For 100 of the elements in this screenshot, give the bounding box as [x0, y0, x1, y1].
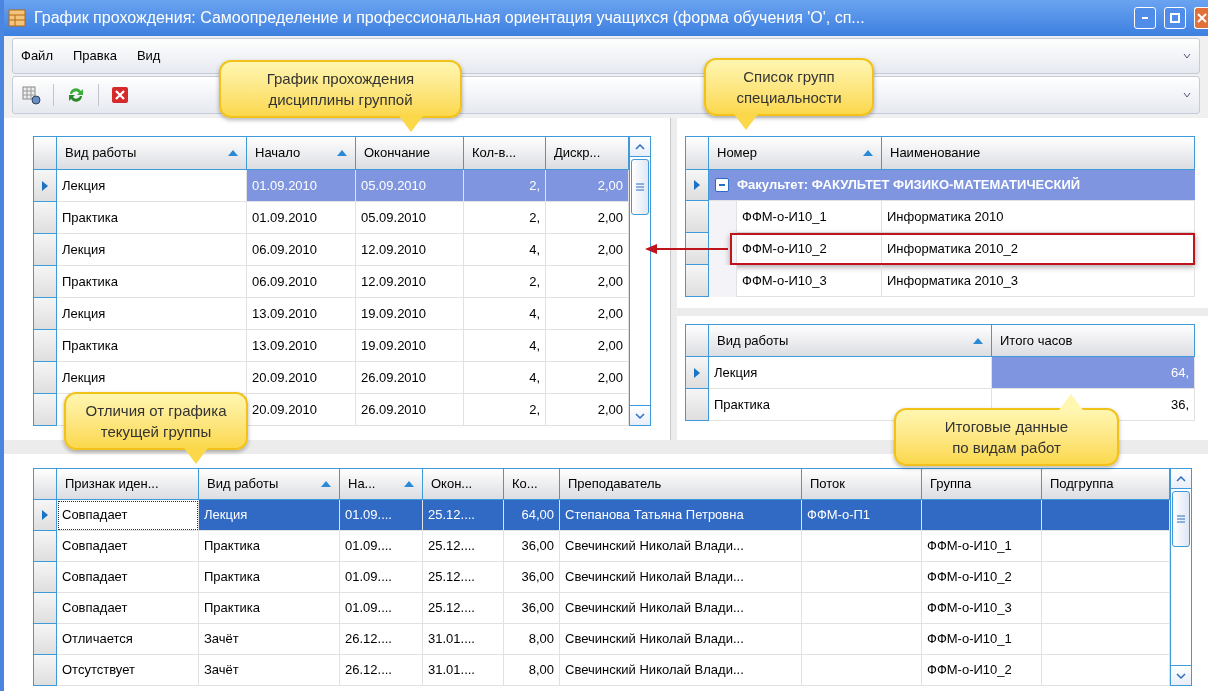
column-header[interactable]: Признак иден...: [57, 468, 199, 500]
scroll-thumb[interactable]: [1172, 491, 1190, 547]
minus-icon: [718, 181, 726, 189]
scroll-down-button[interactable]: [630, 405, 650, 425]
chevron-down-icon[interactable]: [1183, 52, 1191, 60]
table-cell: Практика: [57, 266, 247, 298]
table-cell: 01.09....: [340, 562, 423, 593]
callout-pointer: [1059, 394, 1083, 410]
scrollbar[interactable]: [629, 136, 651, 426]
minimize-button[interactable]: [1134, 7, 1156, 29]
column-header[interactable]: Наименование: [882, 136, 1195, 170]
callout: Итоговые данные по видам работ: [894, 408, 1119, 466]
row-header[interactable]: [33, 266, 57, 298]
scroll-down-button[interactable]: [1171, 665, 1191, 685]
menu-item[interactable]: Правка: [72, 46, 117, 66]
table-cell: 31.01....: [423, 655, 504, 686]
column-header[interactable]: Ко...: [504, 468, 560, 500]
row-header[interactable]: [685, 265, 709, 297]
chevron-down-icon[interactable]: [1183, 91, 1191, 99]
table-cell: 36,00: [504, 531, 560, 562]
column-header[interactable]: Дискр...: [546, 136, 629, 170]
row-header[interactable]: [33, 202, 57, 234]
table-cell: 2,: [464, 202, 546, 234]
maximize-button[interactable]: [1164, 7, 1186, 29]
table-cell: 2,: [464, 394, 546, 426]
maximize-icon: [1170, 13, 1180, 23]
table-cell: 2,: [464, 266, 546, 298]
table-cell: 05.09.2010: [356, 170, 464, 202]
table-cell: ФФМ-о-П1: [802, 500, 922, 531]
table-cell: 13.09.2010: [247, 298, 356, 330]
menu-item[interactable]: Вид: [136, 46, 161, 66]
refresh-icon[interactable]: [66, 85, 86, 105]
table-cell: Свечинский Николай Влади...: [560, 562, 802, 593]
table-cell: 25.12....: [423, 531, 504, 562]
column-header[interactable]: Окон...: [423, 468, 504, 500]
column-header[interactable]: Вид работы: [57, 136, 247, 170]
sort-ascending-icon: [863, 150, 873, 156]
scroll-thumb[interactable]: [631, 159, 649, 215]
column-header[interactable]: Окончание: [356, 136, 464, 170]
scroll-up-button[interactable]: [1171, 469, 1191, 489]
window-grid-icon: [8, 9, 26, 27]
row-header[interactable]: [33, 170, 57, 202]
row-header[interactable]: [33, 234, 57, 266]
chevron-up-icon: [635, 142, 645, 151]
row-header[interactable]: [33, 531, 57, 562]
close-icon[interactable]: [111, 86, 129, 104]
table-cell: Свечинский Николай Влади...: [560, 655, 802, 686]
window-title: График прохождения: Самоопределение и профессиональная ориентация учащихся (форма обучения 'О', сп...: [34, 8, 866, 28]
row-header[interactable]: [685, 357, 709, 389]
table-cell: Практика: [199, 531, 340, 562]
table-cell: Практика: [57, 330, 247, 362]
column-header[interactable]: Итого часов: [992, 324, 1195, 357]
column-header[interactable]: Начало: [247, 136, 356, 170]
column-header[interactable]: Вид работы: [199, 468, 340, 500]
table-cell: Лекция: [57, 234, 247, 266]
table-cell: Лекция: [709, 357, 992, 389]
table-cell: 36,00: [504, 562, 560, 593]
collapse-button[interactable]: [715, 178, 729, 192]
row-header[interactable]: [33, 655, 57, 686]
close-button[interactable]: [1194, 7, 1208, 29]
column-header[interactable]: Номер: [709, 136, 882, 170]
table-cell: 01.09....: [340, 531, 423, 562]
row-header[interactable]: [685, 201, 709, 233]
row-header[interactable]: [685, 389, 709, 421]
row-header[interactable]: [33, 624, 57, 655]
grid-settings-icon[interactable]: [21, 85, 41, 105]
row-header[interactable]: [685, 170, 709, 201]
row-header[interactable]: [33, 362, 57, 394]
table-cell: ФФМ-о-И10_1: [737, 201, 882, 233]
table-cell: Совпадает: [57, 500, 199, 531]
row-header[interactable]: [33, 330, 57, 362]
column-header[interactable]: Вид работы: [709, 324, 992, 357]
column-header[interactable]: На...: [340, 468, 423, 500]
column-header[interactable]: Подгруппа: [1042, 468, 1170, 500]
column-header[interactable]: Группа: [922, 468, 1042, 500]
scrollbar[interactable]: [1170, 468, 1192, 686]
column-header[interactable]: Поток: [802, 468, 922, 500]
table-cell: 13.09.2010: [247, 330, 356, 362]
chevron-up-icon: [1176, 474, 1186, 483]
table-cell: 26.12....: [340, 624, 423, 655]
column-header[interactable]: Преподаватель: [560, 468, 802, 500]
table-cell: Зачёт: [199, 624, 340, 655]
table-cell: 26.12....: [340, 655, 423, 686]
row-header[interactable]: [33, 500, 57, 531]
row-header[interactable]: [33, 298, 57, 330]
table-cell: 25.12....: [423, 500, 504, 531]
row-header: [33, 136, 57, 170]
close-icon: [1197, 13, 1207, 23]
menu-item[interactable]: Файл: [21, 46, 53, 66]
row-header[interactable]: [33, 593, 57, 624]
table-cell: 25.12....: [423, 593, 504, 624]
scroll-up-button[interactable]: [630, 137, 650, 157]
row-header[interactable]: [685, 233, 709, 265]
row-header[interactable]: [33, 562, 57, 593]
table-cell: ФФМ-о-И10_3: [922, 593, 1042, 624]
row-header[interactable]: [33, 394, 57, 426]
table-cell: 31.01....: [423, 624, 504, 655]
table-cell: Информатика 2010: [882, 201, 1195, 233]
column-header[interactable]: Кол-в...: [464, 136, 546, 170]
table-cell: 01.09....: [340, 500, 423, 531]
